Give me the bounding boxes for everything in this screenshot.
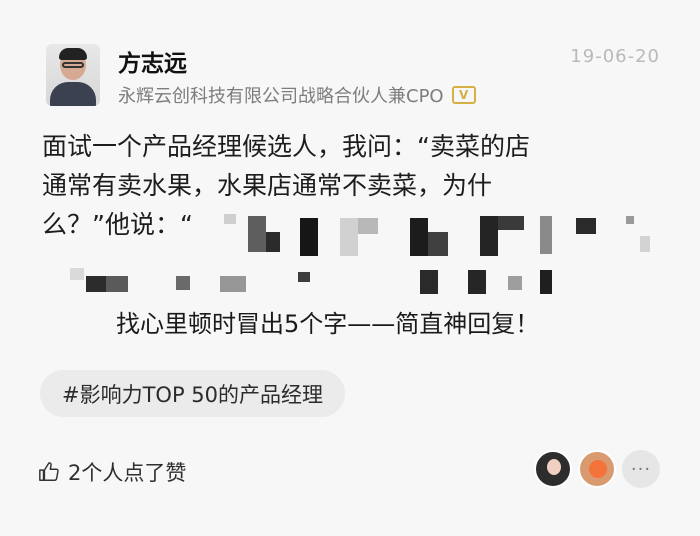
pixel-block — [358, 218, 378, 234]
pixel-block — [266, 232, 280, 252]
content-line-1: 面试一个产品经理候选人，我问：“卖菜的店 — [42, 132, 530, 161]
like-row[interactable]: 2个人点了赞 — [38, 457, 186, 487]
avatar-hair — [59, 48, 87, 60]
pixel-block — [220, 276, 246, 292]
post-card: 方志远 19-06-20 永辉云创科技有限公司战略合伙人兼CPO V 面试一个产… — [0, 0, 700, 536]
topic-tag[interactable]: #影响力TOP 50的产品经理 — [40, 370, 346, 417]
author-title: 永辉云创科技有限公司战略合伙人兼CPO — [118, 86, 444, 107]
author-title-row: 永辉云创科技有限公司战略合伙人兼CPO V — [118, 82, 476, 108]
pixel-block — [640, 236, 650, 252]
author-name[interactable]: 方志远 — [118, 44, 187, 78]
pixel-block — [480, 216, 498, 256]
liker-avatar[interactable] — [578, 450, 616, 488]
pixel-block — [106, 276, 128, 292]
liker-avatar[interactable] — [534, 450, 572, 488]
pixel-block — [420, 270, 438, 294]
highlight-text: 找心里顿时冒出5个字——简直神回复！ — [116, 310, 540, 338]
pixel-block — [540, 216, 552, 254]
pixel-block — [508, 276, 522, 290]
pixel-block — [298, 272, 310, 282]
liker-avatars: ··· — [534, 450, 660, 488]
content-line-2: 通常有卖水果，水果店通常不卖菜，为什 — [42, 171, 493, 200]
pixel-block — [498, 216, 524, 230]
liker-face — [589, 460, 607, 478]
pixel-block — [248, 216, 266, 252]
avatar-glasses — [62, 62, 84, 68]
liker-face — [547, 459, 561, 475]
pixel-block — [540, 270, 552, 294]
pixel-block — [340, 218, 358, 256]
pixel-block — [300, 218, 318, 256]
avatar-body — [50, 82, 96, 106]
pixel-block — [576, 218, 596, 234]
pixel-block — [428, 232, 448, 256]
like-count-text[interactable]: 2个人点了赞 — [68, 457, 186, 487]
thumbs-up-icon[interactable] — [38, 461, 60, 483]
pixel-block — [410, 218, 428, 256]
pixel-block — [70, 268, 84, 280]
pixel-block — [176, 276, 190, 290]
author-avatar[interactable] — [46, 44, 100, 106]
post-date: 19-06-20 — [570, 46, 660, 67]
verified-badge-icon: V — [451, 86, 476, 104]
pixel-block — [468, 270, 486, 294]
pixel-block — [224, 214, 236, 224]
pixel-block — [86, 276, 106, 292]
pixel-block — [626, 216, 634, 224]
more-dots-icon[interactable]: ··· — [622, 450, 660, 488]
